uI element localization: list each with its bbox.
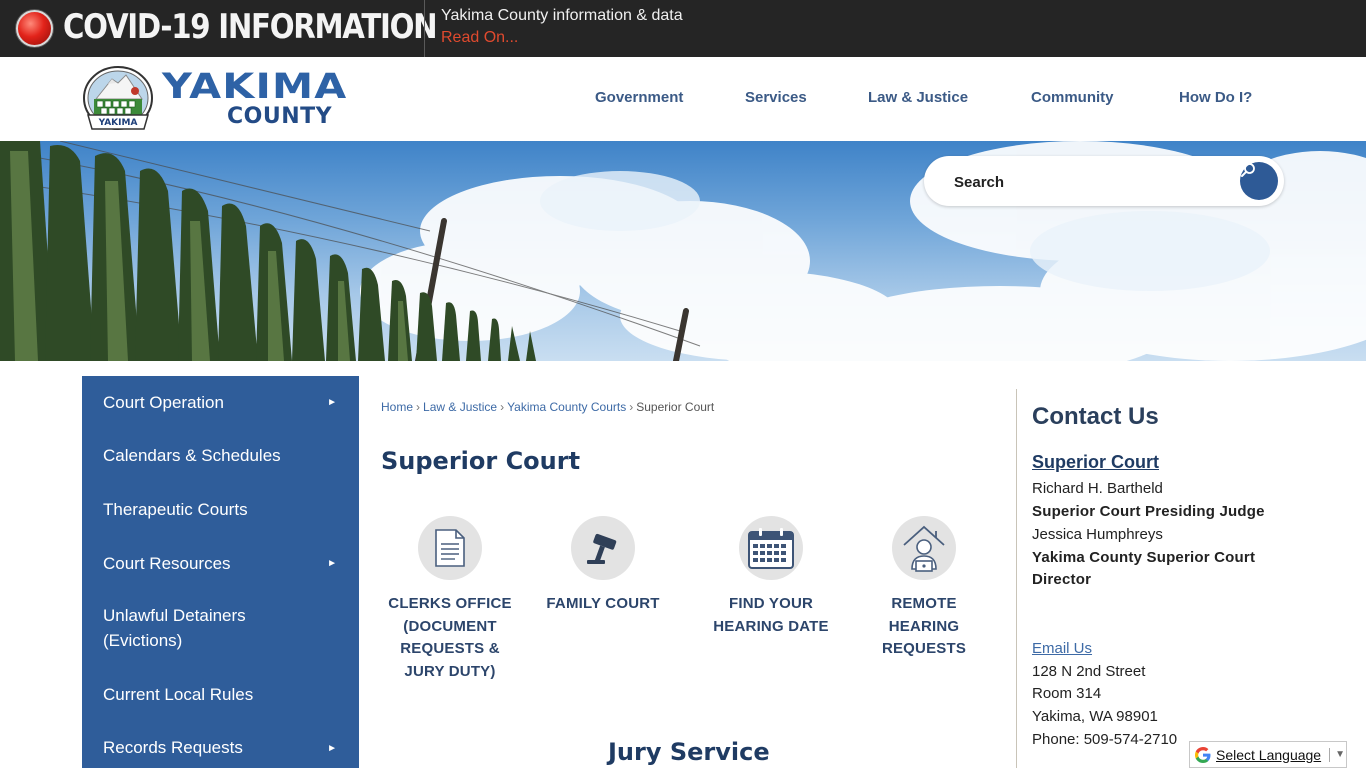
contact-address-line1: 128 N 2nd Street — [1032, 663, 1146, 680]
sidebar-item-therapeutic-courts[interactable]: Therapeutic Courts — [82, 483, 359, 537]
covid-banner: COVID-19 INFORMATION Yakima County infor… — [0, 0, 1366, 57]
sidebar-item-court-resources[interactable]: Court Resources ► — [82, 537, 359, 590]
tile-icon-circle — [739, 516, 803, 580]
logo-wordmark-county[interactable]: COUNTY — [227, 104, 332, 129]
breadcrumb-separator: › — [416, 400, 421, 414]
search-box — [924, 156, 1284, 206]
search-input[interactable] — [954, 170, 1224, 194]
tile-icon-circle — [571, 516, 635, 580]
breadcrumb-courts[interactable]: Yakima County Courts — [507, 400, 626, 414]
sidebar-nav: Court Operation ► Calendars & Schedules … — [82, 376, 359, 768]
sidebar-item-label: Records Requests — [103, 738, 243, 757]
tile-icon-circle — [418, 516, 482, 580]
submenu-arrow-icon: ► — [327, 397, 337, 408]
sidebar-item-label: Therapeutic Courts — [103, 500, 248, 519]
breadcrumb-separator: › — [500, 400, 505, 414]
nav-services[interactable]: Services — [745, 89, 807, 106]
breadcrumb-separator: › — [629, 400, 634, 414]
seal-text: YAKIMA — [98, 118, 138, 128]
breadcrumb: Home › Law & Justice › Yakima County Courts ›… — [381, 400, 714, 414]
covid-read-on-link[interactable]: Read On... — [441, 29, 518, 47]
sidebar-item-unlawful-detainers[interactable]: Unlawful Detainers (Evictions) — [82, 590, 359, 670]
sidebar-item-records-requests[interactable]: Records Requests ► — [82, 723, 359, 768]
logo-wordmark-yakima[interactable]: YAKIMA — [162, 67, 347, 107]
alert-icon — [16, 10, 53, 47]
calendar-icon — [748, 528, 794, 569]
submenu-arrow-icon: ► — [327, 743, 337, 754]
sidebar-item-label: Current Local Rules — [103, 685, 254, 704]
tile-label: FIND YOUR HEARING DATE — [713, 595, 829, 635]
tile-label: FAMILY COURT — [546, 595, 660, 612]
contact-director-name: Jessica Humphreys — [1032, 526, 1163, 543]
covid-divider — [424, 0, 425, 57]
contact-judge-title: Superior Court Presiding Judge — [1032, 503, 1265, 520]
sidebar-item-label: Court Resources — [103, 554, 231, 573]
nav-law-justice[interactable]: Law & Justice — [868, 89, 968, 106]
covid-title[interactable]: COVID-19 INFORMATION — [63, 7, 438, 47]
sidebar-item-local-rules[interactable]: Current Local Rules — [82, 670, 359, 723]
breadcrumb-law-justice[interactable]: Law & Justice — [423, 400, 497, 414]
contact-heading: Contact Us — [1032, 403, 1159, 430]
sidebar-item-label: Court Operation — [103, 393, 224, 412]
contact-phone: Phone: 509-574-2710 — [1032, 731, 1178, 748]
site-header: YAKIMA YAKIMA COUNTY Government Services… — [0, 57, 1366, 141]
breadcrumb-current: Superior Court — [636, 400, 715, 414]
sidebar-item-calendars[interactable]: Calendars & Schedules — [82, 429, 359, 483]
submenu-arrow-icon: ► — [327, 558, 337, 569]
contact-address-line2: Room 314 — [1032, 685, 1102, 702]
section-title-jury-service: Jury Service — [608, 738, 770, 766]
nav-community[interactable]: Community — [1031, 89, 1114, 106]
chevron-down-icon[interactable]: ▼ — [1335, 749, 1345, 760]
contact-email-link[interactable]: Email Us — [1032, 640, 1092, 657]
hero-banner — [0, 141, 1366, 361]
tile-icon-circle — [892, 516, 956, 580]
contact-director-title-cont: Director — [1032, 571, 1092, 588]
sidebar-item-label: Unlawful Detainers (Evictions) — [103, 606, 246, 650]
translate-widget[interactable]: Select Language ▼ — [1189, 741, 1347, 768]
sidebar-item-label: Calendars & Schedules — [103, 446, 281, 465]
nav-government[interactable]: Government — [595, 89, 683, 106]
translate-select-label[interactable]: Select Language — [1216, 747, 1321, 763]
sidebar-item-court-operation[interactable]: Court Operation ► — [82, 376, 359, 429]
contact-address-line3: Yakima, WA 98901 — [1032, 708, 1158, 725]
contact-court-link[interactable]: Superior Court — [1032, 452, 1159, 473]
gavel-icon — [587, 533, 617, 564]
county-seal-icon: YAKIMA — [83, 66, 153, 130]
nav-how-do-i[interactable]: How Do I? — [1179, 89, 1252, 106]
page-title: Superior Court — [381, 447, 581, 475]
contact-divider — [1016, 389, 1017, 768]
document-icon — [435, 529, 465, 567]
breadcrumb-home[interactable]: Home — [381, 400, 413, 414]
contact-judge-name: Richard H. Bartheld — [1032, 480, 1163, 497]
tile-label: REMOTE HEARING REQUESTS — [881, 595, 967, 657]
search-button[interactable] — [1240, 162, 1278, 200]
contact-director-title: Yakima County Superior Court — [1032, 549, 1256, 566]
search-icon — [1241, 163, 1255, 177]
translate-separator — [1329, 747, 1331, 762]
google-g-icon — [1195, 746, 1211, 763]
covid-info-text: Yakima County information & data — [441, 7, 683, 24]
tile-label: CLERKS OFFICE (DOCUMENT REQUESTS & JURY … — [388, 595, 512, 680]
remote-worker-icon — [903, 525, 945, 572]
